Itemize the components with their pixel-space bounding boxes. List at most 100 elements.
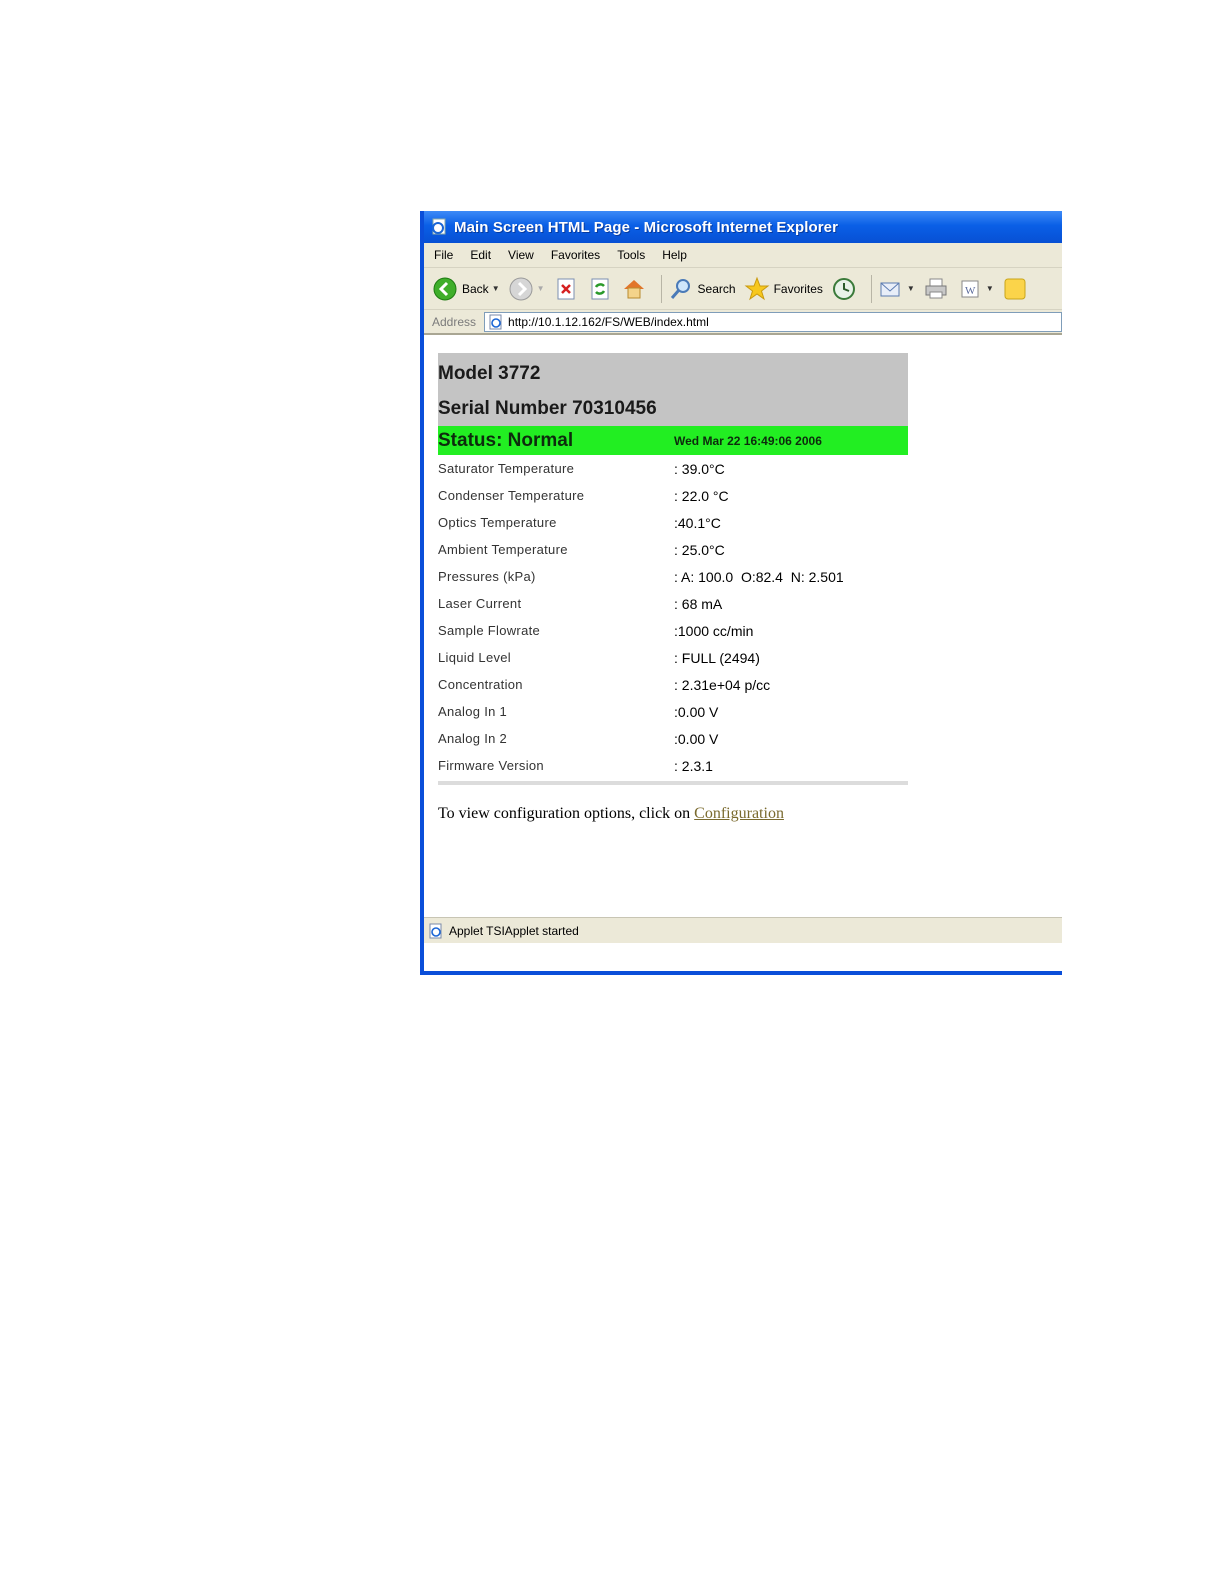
mail-dropdown-icon[interactable]: ▼ [907, 284, 915, 293]
address-label: Address [432, 314, 477, 329]
menu-favorites[interactable]: Favorites [551, 248, 600, 262]
search-label: Search [697, 281, 736, 296]
mail-button[interactable]: ▼ [878, 276, 915, 302]
serial-number: Serial Number 70310456 [438, 398, 657, 419]
param-row: Optics Temperature :40.1°C [438, 509, 908, 536]
param-label: Pressures (kPa) [438, 569, 536, 584]
status-text: Status: Normal [438, 429, 574, 451]
param-row: Saturator Temperature : 39.0°C [438, 455, 908, 482]
address-field[interactable]: http://10.1.12.162/FS/WEB/index.html [484, 311, 1062, 332]
stop-icon [557, 278, 575, 299]
param-label: Laser Current [438, 596, 522, 611]
param-label: Firmware Version [438, 758, 544, 773]
refresh-button[interactable] [587, 276, 613, 302]
stop-button[interactable] [553, 276, 579, 302]
back-button[interactable]: Back ▼ [432, 276, 500, 302]
param-row: Condenser Temperature : 22.0 °C [438, 482, 908, 509]
configuration-link[interactable]: Configuration [694, 805, 784, 822]
note-icon [1004, 278, 1026, 299]
menu-edit[interactable]: Edit [470, 248, 491, 262]
param-label: Analog In 1 [438, 704, 508, 719]
home-icon [623, 279, 644, 298]
edit-button[interactable]: W ▼ [957, 276, 994, 302]
ie-page-icon [432, 218, 446, 235]
address-url: http://10.1.12.162/FS/WEB/index.html [508, 314, 709, 329]
param-value: : 25.0°C [674, 541, 725, 558]
toolbar: Back ▼ ▼ Search Favorites ▼ W ▼ [424, 268, 1062, 310]
param-value: : 2.3.1 [674, 757, 713, 774]
search-button[interactable]: Search [668, 276, 736, 302]
toolbar-separator [870, 274, 872, 303]
param-label: Optics Temperature [438, 515, 557, 530]
param-label: Condenser Temperature [438, 488, 585, 503]
page-icon [429, 923, 442, 938]
favorites-label: Favorites [773, 281, 823, 296]
param-row: Pressures (kPa) : A: 100.0 O:82.4 N: 2.50… [438, 563, 908, 590]
param-row: Liquid Level : FULL (2494) [438, 644, 908, 671]
menu-file[interactable]: File [434, 248, 453, 262]
menu-bar: File Edit View Favorites Tools Help [424, 243, 1062, 268]
param-label: Sample Flowrate [438, 623, 541, 638]
mail-icon [880, 282, 900, 296]
divider [438, 781, 908, 785]
status-datetime: Wed Mar 22 16:49:06 2006 [674, 433, 822, 448]
param-value: :0.00 V [674, 703, 719, 720]
forward-button[interactable]: ▼ [508, 276, 545, 302]
param-label: Concentration [438, 677, 523, 692]
param-value: : 68 mA [674, 595, 723, 612]
param-value: : FULL (2494) [674, 649, 760, 666]
status-banner: Status: Normal Wed Mar 22 16:49:06 2006 [438, 426, 908, 455]
window-title: Main Screen HTML Page - Microsoft Intern… [454, 218, 839, 236]
word-edit-icon: W [961, 280, 979, 297]
search-icon [670, 278, 690, 299]
param-row: Concentration : 2.31e+04 p/cc [438, 671, 908, 698]
config-prompt: To view configuration options, click on … [438, 805, 784, 823]
page-content: Model 3772 Serial Number 70310456 Status… [424, 335, 1062, 943]
param-label: Liquid Level [438, 650, 511, 665]
param-value: : 39.0°C [674, 460, 725, 477]
param-label: Saturator Temperature [438, 461, 575, 476]
param-row: Analog In 1 :0.00 V [438, 698, 908, 725]
title-bar[interactable]: Main Screen HTML Page - Microsoft Intern… [424, 211, 1062, 243]
param-row: Laser Current : 68 mA [438, 590, 908, 617]
browser-window: Main Screen HTML Page - Microsoft Intern… [420, 211, 1062, 975]
param-row: Analog In 2:0.00 V [438, 725, 908, 752]
menu-tools[interactable]: Tools [617, 248, 645, 262]
star-icon [744, 276, 770, 300]
param-value: :1000 cc/min [674, 622, 754, 639]
menu-view[interactable]: View [508, 248, 534, 262]
back-dropdown-icon[interactable]: ▼ [492, 284, 500, 293]
param-label: Ambient Temperature [438, 542, 568, 557]
forward-arrow-icon [509, 277, 533, 300]
menu-help[interactable]: Help [662, 248, 687, 262]
browser-status-bar: Applet TSIApplet started [424, 917, 1062, 943]
param-value: : 2.31e+04 p/cc [674, 676, 771, 693]
back-arrow-icon [433, 277, 457, 300]
toolbar-separator [660, 274, 662, 303]
forward-dropdown-icon[interactable]: ▼ [537, 284, 545, 293]
history-button[interactable] [831, 276, 857, 302]
param-value: :0.00 V [674, 730, 719, 747]
param-value: : A: 100.0 O:82.4 N: 2.501 [674, 568, 844, 585]
param-row: Ambient Temperature : 25.0°C [438, 536, 908, 563]
page-icon [489, 314, 502, 329]
param-row: Firmware Version : 2.3.1 [438, 752, 908, 779]
config-prompt-text: To view configuration options, click on [438, 805, 695, 822]
status-message: Applet TSIApplet started [449, 923, 579, 938]
print-button[interactable] [923, 276, 949, 302]
favorites-button[interactable]: Favorites [744, 276, 823, 302]
discuss-button[interactable] [1002, 276, 1028, 302]
history-icon [832, 277, 855, 300]
back-label: Back [462, 281, 489, 296]
status-panel: Model 3772 Serial Number 70310456 Status… [438, 353, 908, 785]
edit-dropdown-icon[interactable]: ▼ [986, 284, 994, 293]
param-value: : 22.0 °C [674, 487, 729, 504]
svg-text:W: W [965, 285, 976, 297]
parameter-list: Saturator Temperature : 39.0°C Condenser … [438, 455, 908, 779]
model-title: Model 3772 [438, 363, 541, 384]
device-header: Model 3772 Serial Number 70310456 [438, 353, 908, 426]
param-value: :40.1°C [674, 514, 721, 531]
param-row: Sample Flowrate :1000 cc/min [438, 617, 908, 644]
refresh-icon [591, 278, 609, 299]
home-button[interactable] [621, 276, 647, 302]
